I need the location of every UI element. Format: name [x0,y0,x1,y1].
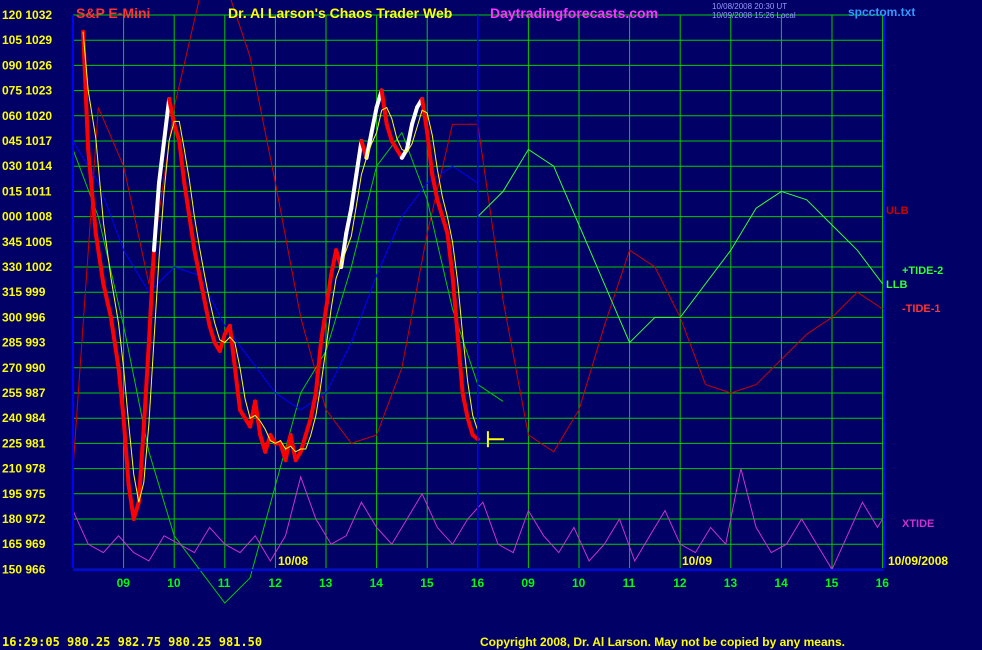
timestamp-local: 10/09/2008 15:26 Local [712,11,796,20]
y-tick-label: 150 966 [2,562,46,576]
y-tick-label: 045 1017 [2,134,52,148]
y-tick-label: 270 990 [2,361,46,375]
date-label-1: 10/08 [278,554,308,568]
x-tick-label: 16 [876,576,890,590]
y-tick-label: 240 984 [2,411,46,425]
y-tick-label: 030 1014 [2,159,52,173]
chart-background [0,0,982,650]
x-tick-label: 16 [471,576,485,590]
x-tick-label: 14 [370,576,384,590]
x-tick-label: 10 [572,576,586,590]
y-tick-label: 075 1023 [2,84,52,98]
y-tick-label: 105 1029 [2,33,52,47]
y-tick-label: 180 972 [2,512,46,526]
tide2-label: +TIDE-2 [902,265,943,277]
tide1-label: -TIDE-1 [902,303,941,315]
quote-line: 16:29:05 980.25 982.75 980.25 981.50 [2,635,262,649]
x-tick-label: 14 [774,576,788,590]
timestamp-ut: 10/08/2008 20:30 UT [712,2,787,11]
y-tick-label: 060 1020 [2,109,52,123]
date-label-2: 10/09 [682,554,712,568]
y-tick-label: 090 1026 [2,58,52,72]
copyright-notice: Copyright 2008, Dr. Al Larson. May not b… [480,635,845,649]
y-tick-label: 015 1011 [2,184,52,198]
x-tick-label: 09 [521,576,535,590]
x-tick-label: 12 [673,576,687,590]
y-tick-label: 315 999 [2,285,46,299]
x-tick-label: 13 [319,576,333,590]
y-tick-label: 225 981 [2,436,46,450]
y-tick-label: 255 987 [2,386,46,400]
y-tick-label: 300 996 [2,310,46,324]
x-tick-label: 13 [724,576,738,590]
chart-title: Dr. Al Larson's Chaos Trader Web [228,5,452,21]
xtide-label: XTIDE [902,518,934,530]
y-tick-label: 195 975 [2,487,46,501]
y-tick-label: 210 978 [2,462,46,476]
y-tick-label: 345 1005 [2,235,52,249]
ulb-label: ULB [886,205,909,217]
x-tick-label: 15 [825,576,839,590]
site-link[interactable]: Daytradingforecasts.com [490,5,658,21]
x-tick-label: 11 [218,576,231,590]
data-file-name: spcctom.txt [848,5,915,19]
y-tick-label: 000 1008 [2,210,52,224]
x-tick-label: 11 [623,576,636,590]
x-tick-label: 09 [117,576,131,590]
y-tick-label: 165 969 [2,537,46,551]
x-tick-label: 15 [420,576,434,590]
end-date-label: 10/09/2008 [888,554,948,568]
y-tick-label: 330 1002 [2,260,52,274]
symbol-title: S&P E-Mini [76,5,150,21]
x-tick-label: 12 [268,576,282,590]
y-tick-label: 120 1032 [2,8,52,22]
x-tick-label: 10 [167,576,181,590]
chart: 120 1032 105 1029 090 1026 075 1023 060 1020… [0,0,982,650]
y-tick-label: 285 993 [2,336,46,350]
llb-label: LLB [886,279,907,291]
